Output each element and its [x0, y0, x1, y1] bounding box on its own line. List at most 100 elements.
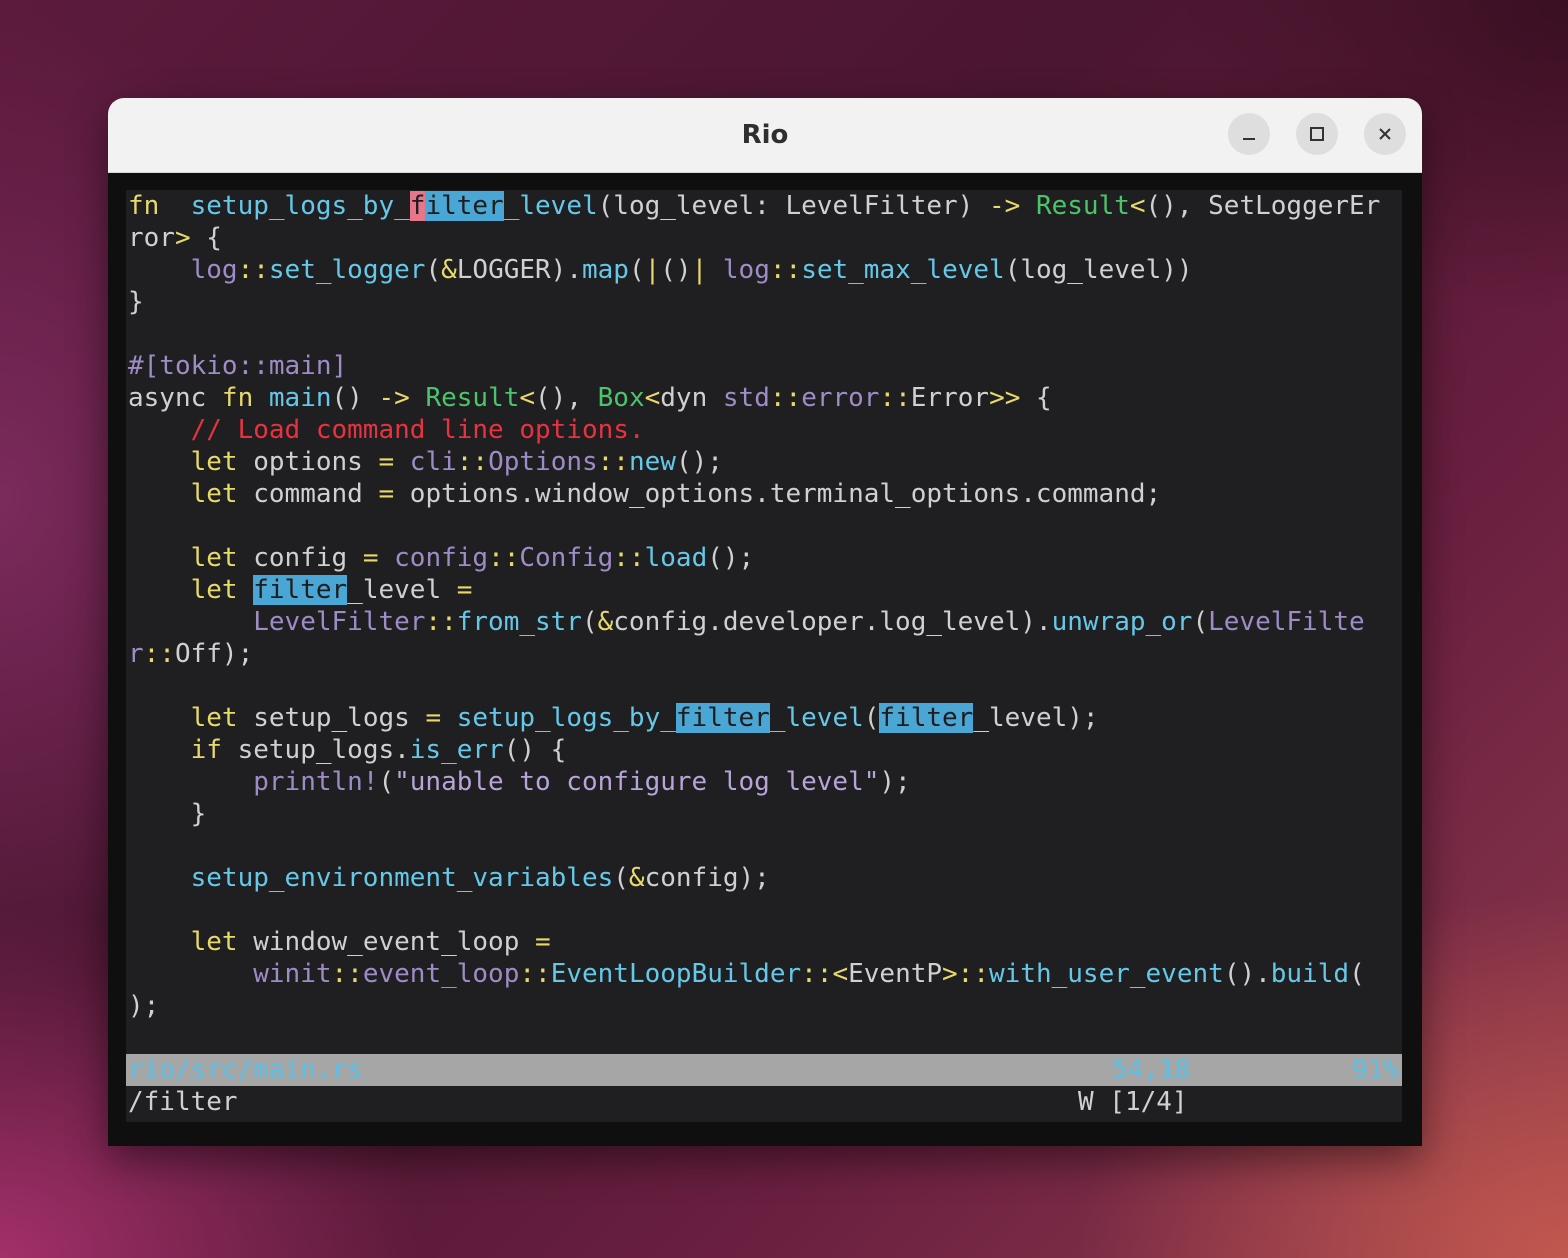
code-token: & [597, 607, 614, 637]
code-token: fn [221, 383, 254, 413]
code-line: winit::event_loop::EventLoopBuilder::<Ev… [128, 958, 1380, 990]
code-token: cli [409, 447, 457, 477]
code-token: ( [863, 703, 880, 733]
code-line: setup_environment_variables(&config); [128, 862, 1380, 894]
code-token: ( [1192, 607, 1209, 637]
code-line: let filter_level = [128, 574, 1380, 606]
search-match: filter [879, 703, 974, 733]
code-token: #[tokio::main] [128, 351, 348, 381]
code-token: unwrap_or [1051, 607, 1193, 637]
code-line: log::set_logger(&LOGGER).map(|()| log::s… [128, 254, 1380, 286]
code-token: setup_environment_variables [190, 863, 614, 893]
code-token: if [190, 735, 222, 765]
code-token: set_max_level [801, 255, 1005, 285]
code-line: let command = options.window_options.ter… [128, 478, 1380, 510]
code-token: (log_level)) [1004, 255, 1193, 285]
code-token: = [425, 703, 442, 733]
code-token: options [237, 447, 379, 477]
code-token: Options [488, 447, 598, 477]
code-token: "unable to configure log level" [394, 767, 880, 797]
code-token: let [190, 703, 238, 733]
code-token: LOGGER). [456, 255, 582, 285]
code-token: is_err [409, 735, 504, 765]
code-token: :: [237, 255, 269, 285]
code-token: = [456, 575, 473, 605]
search-match: f [409, 191, 426, 221]
code-token: () [331, 383, 379, 413]
terminal-window: Rio fn setup_logs_by_filter_level(log_le… [108, 98, 1422, 1146]
close-button[interactable] [1364, 113, 1406, 155]
code-line: r::Off); [128, 638, 1380, 670]
code-token: < [1129, 191, 1146, 221]
maximize-button[interactable] [1296, 113, 1338, 155]
code-token: with_user_event [989, 959, 1224, 989]
code-token: let [190, 447, 238, 477]
code-token: { [1020, 383, 1052, 413]
title-bar[interactable]: Rio [108, 98, 1422, 173]
code-token: println! [253, 767, 379, 797]
code-token: options.window_options.terminal_options.… [394, 479, 1162, 509]
search-command[interactable]: /filter [128, 1086, 238, 1118]
code-token: > [174, 223, 191, 253]
code-token: setup_logs_by_ [456, 703, 676, 733]
code-token: LevelFilter [253, 607, 426, 637]
code-token: let [190, 575, 238, 605]
code-token: -> [988, 191, 1021, 221]
code-token: :: [613, 543, 645, 573]
code-token: command [237, 479, 379, 509]
code-token: from_str [456, 607, 582, 637]
maximize-icon [1310, 127, 1324, 141]
code-token: config); [644, 863, 770, 893]
code-token: = [362, 543, 379, 573]
code-token: ( [613, 863, 629, 893]
search-match: ilter [425, 191, 504, 221]
code-token: Off); [174, 639, 254, 669]
code-token: r [128, 639, 144, 669]
code-editor[interactable]: fn setup_logs_by_filter_level(log_level:… [128, 190, 1380, 1022]
code-token: ( [425, 255, 442, 285]
code-token: setup_logs_by_ [190, 191, 410, 221]
code-token: >> [989, 383, 1021, 413]
code-line: ); [128, 990, 1380, 1022]
window-title: Rio [741, 120, 789, 150]
code-token: = [535, 927, 551, 957]
code-line: // Load command line options. [128, 414, 1380, 446]
code-token: & [441, 255, 457, 285]
code-line: LevelFilter::from_str(&config.developer.… [128, 606, 1380, 638]
minimize-button[interactable] [1228, 113, 1270, 155]
code-token: load [644, 543, 708, 573]
code-token: :: [143, 639, 175, 669]
code-token: event_loop [362, 959, 520, 989]
code-token: _level [769, 703, 864, 733]
code-token: | [644, 255, 661, 285]
code-token: config [394, 543, 489, 573]
code-token: let [190, 927, 238, 957]
code-token: main [268, 383, 332, 413]
code-line: let options = cli::Options::new(); [128, 446, 1380, 478]
code-token: _level [503, 191, 598, 221]
code-line: async fn main() -> Result<(), Box<dyn st… [128, 382, 1380, 414]
code-token: ( [581, 607, 598, 637]
search-match: filter [675, 703, 770, 733]
code-token: EventLoopBuilder [550, 959, 802, 989]
terminal-area[interactable]: fn setup_logs_by_filter_level(log_level:… [126, 190, 1402, 1122]
code-token: :: [331, 959, 363, 989]
code-token: // Load command line options. [190, 415, 645, 445]
code-token: (); [707, 543, 755, 573]
code-token: LevelFilte [1208, 607, 1365, 637]
code-token: = [378, 479, 395, 509]
command-line[interactable]: /filter W [1/4] [126, 1086, 1402, 1118]
code-line: } [128, 798, 1380, 830]
